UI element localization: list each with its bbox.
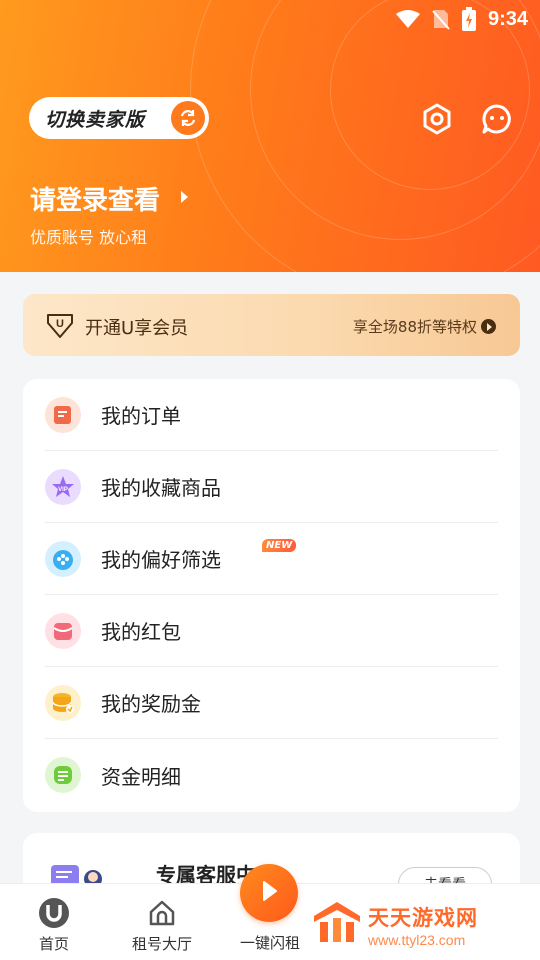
red-packet-icon [45, 612, 81, 649]
new-badge: NEW [262, 539, 297, 552]
switch-seller-button[interactable]: 切换卖家版 [29, 97, 209, 139]
switch-seller-label: 切换卖家版 [45, 108, 146, 131]
play-arrow-icon [481, 319, 496, 334]
site-watermark: 天天游戏网 www.ttyl23.com [312, 900, 478, 950]
vip-promo-text: 享全场88折等特权 [352, 318, 477, 336]
status-time: 9:34 [487, 7, 528, 30]
message-bubble-icon[interactable] [480, 102, 514, 136]
menu-item-red-packets[interactable]: 我的红包 [45, 595, 498, 667]
profile-header: 9:34 切换卖家版 请登录查看 优质账号 放心租 [0, 0, 540, 272]
menu-card: 我的订单 VIP 我的收藏商品 我的偏好筛选 NEW 我的红包 我的奖励金 资金… [23, 379, 520, 812]
wifi-icon [395, 10, 420, 28]
flash-rent-button[interactable] [240, 864, 298, 922]
nav-flash-rent-label[interactable]: 一键闪租 [240, 932, 300, 953]
vip-label: 开通U享会员 [85, 318, 189, 339]
caret-right-icon[interactable] [181, 191, 188, 203]
coin-stack-icon [45, 684, 81, 721]
menu-item-preferences[interactable]: 我的偏好筛选 NEW [45, 523, 498, 595]
settings-hex-icon[interactable] [420, 102, 454, 136]
menu-item-label: 我的红包 [101, 620, 181, 644]
nav-label: 首页 [38, 935, 69, 953]
vip-star-icon: VIP [45, 468, 81, 505]
watermark-logo-icon [312, 900, 362, 950]
menu-item-label: 我的订单 [101, 404, 181, 428]
vip-membership-banner[interactable]: U 开通U享会员 享全场88折等特权 [23, 294, 520, 356]
menu-item-label: 我的收藏商品 [101, 476, 221, 500]
no-sim-icon [432, 10, 450, 30]
svg-text:VIP: VIP [58, 487, 68, 493]
order-icon [45, 396, 81, 433]
flash-rent-icon [254, 876, 284, 910]
nav-home[interactable]: 首页 [4, 884, 104, 960]
login-subtitle: 优质账号 放心租 [30, 228, 148, 247]
nav-label: 租号大厅 [131, 935, 192, 953]
status-bar: 9:34 [395, 6, 528, 32]
switch-arrows-icon [171, 101, 205, 135]
menu-item-orders[interactable]: 我的订单 [45, 379, 498, 451]
vip-promo: 享全场88折等特权 [353, 316, 496, 337]
home-u-icon [38, 897, 70, 929]
menu-item-label: 我的奖励金 [101, 692, 201, 716]
nav-rental-hall[interactable]: 租号大厅 [112, 884, 212, 960]
u-shield-icon: U [45, 311, 75, 343]
menu-item-label: 资金明细 [101, 764, 181, 789]
menu-item-fund-details[interactable]: 资金明细 [45, 739, 498, 811]
battery-charging-icon [461, 7, 476, 31]
menu-item-rewards[interactable]: 我的奖励金 [45, 667, 498, 739]
preference-icon [45, 540, 81, 577]
menu-item-label: 我的偏好筛选 [101, 548, 221, 572]
hall-house-icon [147, 897, 177, 929]
login-title[interactable]: 请登录查看 [30, 180, 160, 217]
watermark-url: www.ttyl23.com [368, 932, 466, 948]
funds-list-icon [45, 757, 81, 793]
menu-item-favorites[interactable]: VIP 我的收藏商品 [45, 451, 498, 523]
svg-text:U: U [56, 318, 64, 330]
watermark-name: 天天游戏网 [368, 906, 478, 930]
